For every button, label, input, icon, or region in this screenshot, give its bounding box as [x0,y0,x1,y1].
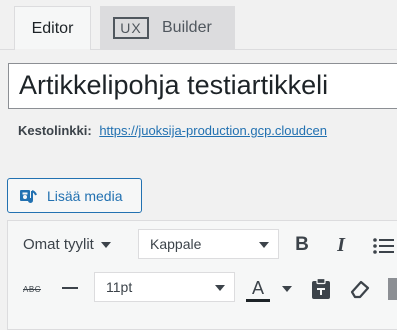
text-color-icon: A [251,277,264,298]
text-color-dropdown[interactable] [281,284,293,294]
strikethrough-button[interactable]: ABC [20,282,44,296]
permalink-link[interactable]: https://juoksija-production.gcp.cloudcen [99,123,327,138]
media-icon [20,189,37,203]
post-title-input[interactable]: Artikkelipohja testiartikkeli [8,63,397,109]
horizontal-rule-button[interactable] [61,280,79,296]
add-media-label: Lisää media [47,187,123,204]
chevron-down-icon [100,241,111,248]
special-character-button[interactable] [388,277,397,301]
chevron-down-icon [259,242,269,248]
tab-editor-label: Editor [31,19,74,37]
paragraph-format-value: Kappale [150,236,202,252]
font-size-value: 11pt [106,279,133,295]
paragraph-format-select[interactable]: Kappale [138,229,279,259]
clear-formatting-button[interactable] [349,278,371,300]
bold-icon: B [295,234,309,255]
omega-icon [388,278,397,300]
chevron-down-icon [282,286,292,292]
italic-button[interactable]: I [331,233,351,257]
font-size-select[interactable]: 11pt [94,272,235,302]
tab-editor[interactable]: Editor [14,6,91,50]
tab-builder-label: Builder [162,19,212,36]
editor-mode-tabs: Editor UX Builder [0,0,397,50]
clipboard-icon [312,278,330,299]
custom-styles-dropdown[interactable]: Omat tyylit [23,236,111,253]
italic-icon: I [337,233,345,256]
permalink-row: Kestolinkki: https://juoksija-production… [18,123,327,138]
tab-ux-builder[interactable]: UX Builder [100,6,235,49]
text-color-swatch [246,298,270,302]
permalink-label: Kestolinkki: [18,123,92,138]
ux-logo-icon: UX [113,17,149,39]
horizontal-line-icon [62,287,78,289]
strikethrough-icon: ABC [23,284,41,294]
eraser-icon [350,280,370,299]
chevron-down-icon [215,285,225,291]
paste-as-text-button[interactable] [310,277,332,301]
text-color-button[interactable]: A [245,276,271,304]
custom-styles-label: Omat tyylit [23,236,94,253]
bold-button[interactable]: B [292,233,312,257]
bullet-list-icon [373,238,394,254]
bullet-list-button[interactable] [372,236,394,256]
add-media-button[interactable]: Lisää media [7,178,142,213]
